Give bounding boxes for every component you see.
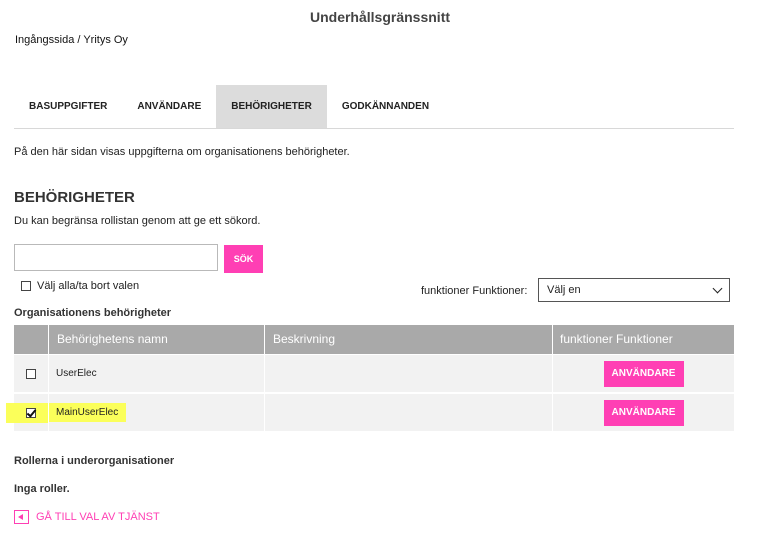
- page-title: Underhållsgränssnitt: [309, 9, 451, 25]
- row-checkbox[interactable]: [26, 407, 36, 418]
- role-name: MainUserElec: [49, 394, 265, 431]
- permissions-table: Behörighetens namn Beskrivning funktione…: [6, 325, 734, 432]
- tab-bar: BASUPPGIFTER ANVÄNDARE BEHÖRIGHETER GODK…: [14, 85, 734, 129]
- header-name[interactable]: Behörighetens namn: [49, 325, 265, 354]
- tab-anvandare[interactable]: ANVÄNDARE: [122, 85, 216, 128]
- row-select-cell: [6, 394, 49, 431]
- role-name-text: MainUserElec: [49, 403, 127, 422]
- row-checkbox[interactable]: [26, 368, 36, 379]
- back-to-services-link[interactable]: GÅ TILL VAL AV TJÄNST: [14, 510, 160, 524]
- table-caption: Organisationens behörigheter: [14, 307, 172, 319]
- users-button[interactable]: ANVÄNDARE: [603, 360, 684, 387]
- role-name-text: UserElec: [56, 368, 97, 379]
- search-button[interactable]: SÖK: [224, 245, 263, 273]
- header-functions: funktioner Funktioner: [560, 332, 673, 346]
- role-name: UserElec: [49, 355, 265, 392]
- header-select: [14, 325, 49, 354]
- back-arrow-icon: [14, 510, 29, 524]
- sub-org-title: Rollerna i underorganisationer: [14, 455, 175, 467]
- search-hint: Du kan begränsa rollistan genom att ge e…: [14, 215, 261, 227]
- tab-godkannanden[interactable]: GODKÄNNANDEN: [327, 85, 444, 128]
- breadcrumb-home[interactable]: Ingångssida: [15, 34, 74, 46]
- select-all-checkbox[interactable]: [21, 281, 31, 291]
- function-filter-select[interactable]: Välj en: [538, 278, 730, 302]
- intro-text: På den här sidan visas uppgifterna om or…: [14, 146, 350, 158]
- tab-behorigheter[interactable]: BEHÖRIGHETER: [216, 85, 327, 128]
- breadcrumb-separator: /: [74, 34, 84, 46]
- role-actions: ANVÄNDARE: [553, 355, 734, 392]
- select-all-label: Välj alla/ta bort valen: [37, 280, 140, 292]
- users-button[interactable]: ANVÄNDARE: [603, 399, 684, 426]
- role-description: [265, 355, 553, 392]
- no-roles-text: Inga roller.: [14, 483, 70, 495]
- table-header: Behörighetens namn Beskrivning funktione…: [14, 325, 734, 354]
- row-select-cell: [14, 355, 49, 392]
- breadcrumb-current: Yritys Oy: [83, 34, 128, 46]
- role-description: [265, 394, 553, 431]
- table-row: MainUserElec ANVÄNDARE: [6, 394, 734, 432]
- search-input[interactable]: [14, 244, 218, 271]
- tab-basuppgifter[interactable]: BASUPPGIFTER: [14, 85, 122, 128]
- breadcrumb: Ingångssida / Yritys Oy: [15, 34, 128, 46]
- role-actions: ANVÄNDARE: [553, 394, 734, 431]
- back-link-label: GÅ TILL VAL AV TJÄNST: [36, 511, 160, 523]
- chevron-down-icon: [712, 283, 723, 294]
- table-row: UserElec ANVÄNDARE: [14, 355, 734, 393]
- select-all[interactable]: Välj alla/ta bort valen: [21, 280, 139, 292]
- filter-selected-value: Välj en: [547, 284, 581, 296]
- header-description[interactable]: Beskrivning: [265, 325, 553, 354]
- filter-label: funktioner Funktioner:: [421, 285, 528, 297]
- section-title: BEHÖRIGHETER: [14, 189, 135, 206]
